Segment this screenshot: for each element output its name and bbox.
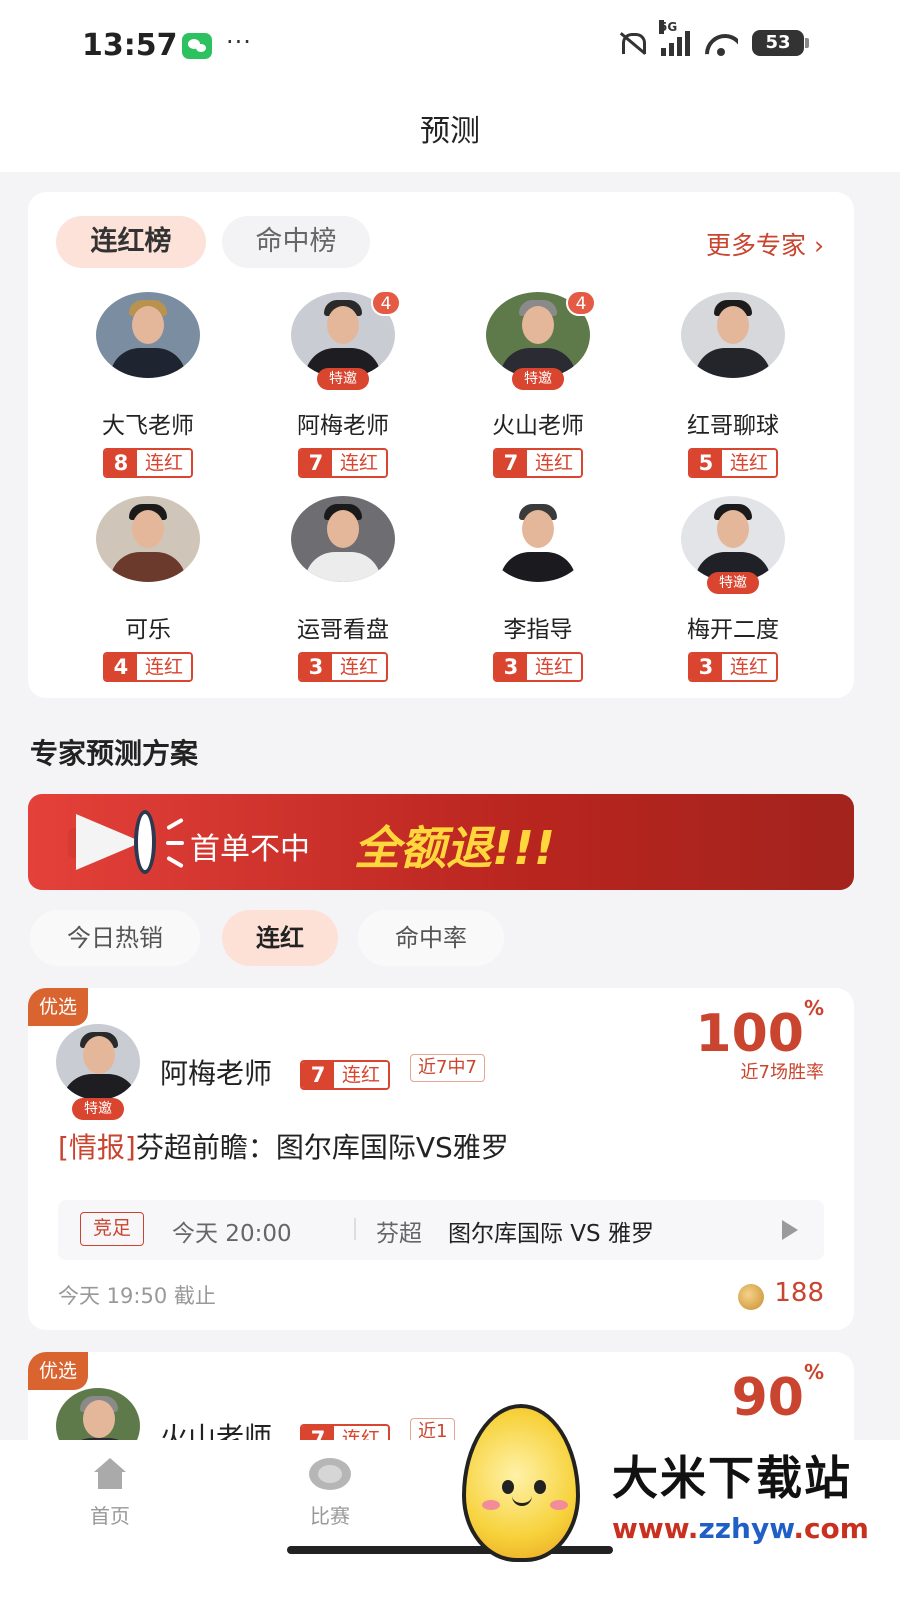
ball-icon [309,1458,351,1490]
avatar [486,496,590,582]
page-header: 预测 [0,92,900,172]
match-row[interactable]: 竞足 今天 20:00 芬超 图尔库国际 VS 雅罗 [58,1200,824,1260]
expert-name: 梅开二度 [687,617,779,643]
plan-title: [情报]芬超前瞻：图尔库国际VS雅罗 [58,1131,509,1164]
home-icon [92,1458,128,1490]
match-teams: 图尔库国际 VS 雅罗 [448,1221,654,1247]
more-notifications-icon: ··· [226,28,252,56]
message-count-badge: 4 [566,290,596,316]
wifi-icon [704,30,738,56]
expert-item[interactable]: 大飞老师 8 连红 [58,292,238,478]
win-rate-label: 近7场胜率 [740,1062,824,1083]
expert-item[interactable]: 特邀 梅开二度 3 连红 [643,496,823,682]
expert-name: 阿梅老师 [297,413,389,439]
avatar [96,496,200,582]
match-time: 今天 20:00 [172,1221,292,1247]
pick-tag: 优选 [28,1352,88,1390]
message-count-badge: 4 [371,290,401,316]
recent-record-tag: 近7中7 [410,1054,485,1082]
streak-badge: 3 连红 [297,652,388,682]
expert-name: 大飞老师 [102,413,194,439]
status-time: 13:57 [82,28,178,63]
streak-badge: 7 连红 [492,448,583,478]
invited-tag: 特邀 [317,368,369,390]
page-title: 预测 [420,114,480,149]
banner-highlight: 全额退!!! [354,821,555,875]
watermark: 大米下载站 www.zzhyw.com [460,1404,900,1600]
avatar [96,292,200,378]
streak-badge: 7 连红 [300,1060,391,1090]
invited-tag: 特邀 [512,368,564,390]
section-title: 专家预测方案 [30,737,199,770]
league-tag: 竞足 [80,1212,145,1246]
coin-icon [738,1284,764,1310]
tab-home[interactable]: 首页 [55,1458,165,1529]
watermark-title: 大米下载站 [612,1451,852,1505]
streak-badge: 3 连红 [492,652,583,682]
ranking-card: 连红榜 命中榜 更多专家 › 大飞老师 8 连红 4 特邀 阿梅老师 7 连红 4 … [28,192,854,698]
expert-item[interactable]: 运哥看盘 3 连红 [253,496,433,682]
refund-banner[interactable]: 首单不中 全额退!!! [28,794,854,890]
more-experts-link[interactable]: 更多专家 › [706,226,824,262]
streak-badge: 3 连红 [687,652,778,682]
deadline-text: 今天 19:50 截止 [58,1284,216,1308]
battery-icon: 53 [752,30,809,56]
expert-name: 红哥聊球 [687,413,779,439]
price: 188 [774,1278,824,1308]
tab-matches[interactable]: 比赛 [275,1458,385,1529]
tab-label: 首页 [90,1504,130,1528]
tab-streak-ranking[interactable]: 连红榜 [56,216,206,268]
status-bar: 13:57 ··· 5G 53 [0,0,900,92]
expert-name: 运哥看盘 [297,617,389,643]
avatar [681,496,785,582]
expert-name: 李指导 [503,617,573,643]
expert-name: 火山老师 [492,413,584,439]
bell-muted-icon [615,30,647,56]
expert-item[interactable]: 4 特邀 火山老师 7 连红 [448,290,628,478]
tab-hit-ranking[interactable]: 命中榜 [222,216,370,268]
expert-item[interactable]: 红哥聊球 5 连红 [643,292,823,478]
invited-tag: 特邀 [72,1098,124,1120]
tab-label: 比赛 [310,1504,350,1528]
signal-icon: 5G [659,20,690,56]
megaphone-icon [58,808,184,878]
expert-item[interactable]: 李指导 3 连红 [448,496,628,682]
filter-hit-rate[interactable]: 命中率 [358,910,504,966]
win-rate: 100% [695,995,824,1064]
expert-item[interactable]: 可乐 4 连红 [58,496,238,682]
expert-item[interactable]: 4 特邀 阿梅老师 7 连红 [253,290,433,478]
streak-badge: 4 连红 [102,652,193,682]
pick-tag: 优选 [28,988,88,1026]
avatar [681,292,785,378]
plan-title-tag: [情报] [58,1131,136,1164]
streak-badge: 5 连红 [687,448,778,478]
match-league: 芬超 [376,1221,422,1247]
expert-name: 阿梅老师 [160,1057,273,1090]
mascot-egg-icon [462,1404,580,1562]
invited-tag: 特邀 [707,572,759,594]
avatar [291,496,395,582]
streak-badge: 7 连红 [297,448,388,478]
streak-badge: 8 连红 [102,448,193,478]
watermark-url: www.zzhyw.com [612,1512,869,1545]
plan-card[interactable]: 优选 特邀 阿梅老师 7 连红 近7中7 100% 近7场胜率 [情报]芬超前瞻：… [28,988,854,1330]
wechat-icon [182,33,212,59]
play-arrow-icon [782,1220,798,1240]
divider [354,1218,356,1240]
expert-name: 可乐 [125,617,171,643]
filter-hot-today[interactable]: 今日热销 [30,910,200,966]
filter-streak[interactable]: 连红 [222,910,338,966]
avatar: 特邀 [56,1024,140,1120]
banner-text: 首单不中 [190,832,310,867]
